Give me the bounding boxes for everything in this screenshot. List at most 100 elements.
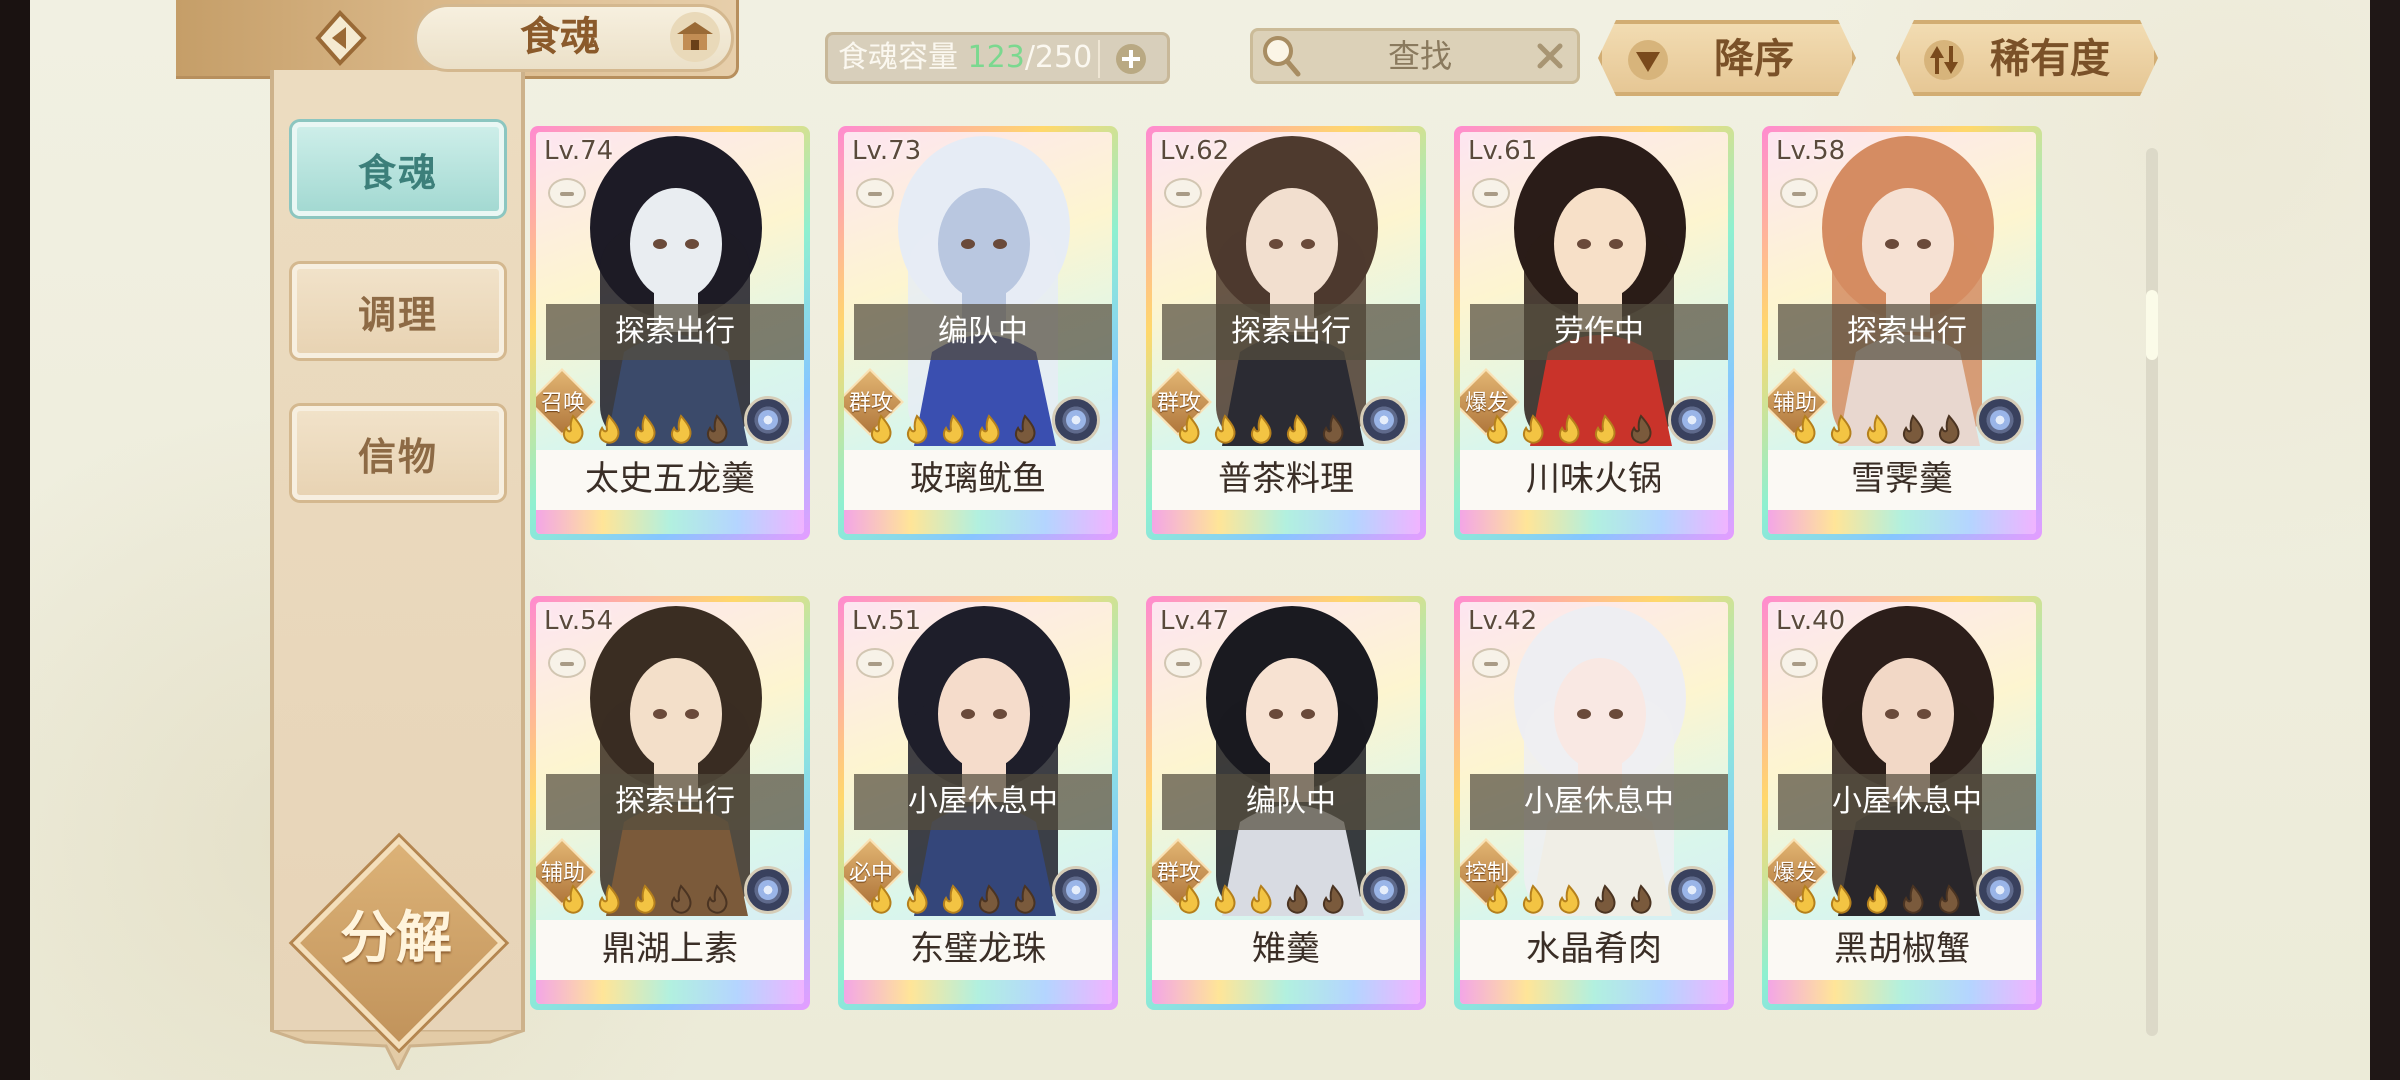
page-title: 食魂 [520, 14, 600, 59]
card-body: Lv.58 探索出行 辅助 雪霁羹 [1768, 132, 2036, 534]
star-empty-icon [1630, 414, 1652, 444]
food-soul-card[interactable]: Lv.54 探索出行 辅助 鼎湖上素 [530, 596, 810, 1010]
star-filled-icon [1486, 884, 1508, 914]
rarity-strip [536, 980, 804, 1004]
screen-edge-right [2370, 0, 2400, 1080]
tab-cooking[interactable]: 调理 [292, 264, 504, 358]
star-empty-icon [1014, 414, 1036, 444]
character-name: 太史五龙羹 [536, 450, 804, 510]
food-soul-card[interactable]: Lv.40 小屋休息中 爆发 黑胡椒蟹 [1762, 596, 2042, 1010]
rarity-strip [1152, 980, 1420, 1004]
star-filled-icon [562, 414, 584, 444]
level-label: Lv.61 [1468, 136, 1538, 166]
rarity-strip [844, 510, 1112, 534]
star-rating [864, 412, 1054, 446]
capacity-text: 食魂容量 123/250 [838, 36, 1092, 80]
status-label: 小屋休息中 [1778, 774, 2036, 830]
element-emblem-icon [1360, 396, 1408, 444]
card-body: Lv.74 探索出行 召唤 太史五龙羹 [536, 132, 804, 534]
card-body: Lv.42 小屋休息中 控制 水晶肴肉 [1460, 602, 1728, 1004]
rarity-strip [844, 980, 1112, 1004]
star-filled-icon [1250, 414, 1272, 444]
star-filled-icon [562, 884, 584, 914]
star-empty-icon [1594, 884, 1616, 914]
level-label: Lv.54 [544, 606, 614, 636]
status-label: 编队中 [854, 304, 1112, 360]
level-label: Lv.40 [1776, 606, 1846, 636]
sort-arrows-icon [1924, 40, 1964, 80]
plus-icon [1116, 44, 1146, 74]
expand-capacity-button[interactable] [1110, 40, 1152, 78]
rarity-strip [1768, 980, 2036, 1004]
pavilion-icon[interactable] [670, 12, 720, 62]
level-label: Lv.47 [1160, 606, 1230, 636]
element-emblem-icon [1360, 866, 1408, 914]
star-filled-icon [634, 884, 656, 914]
element-emblem-icon [744, 866, 792, 914]
lock-toggle-icon[interactable] [548, 648, 586, 678]
lock-toggle-icon[interactable] [856, 648, 894, 678]
screen-edge-left [0, 0, 30, 1080]
star-rating [1480, 412, 1670, 446]
lock-toggle-icon[interactable] [1164, 648, 1202, 678]
star-empty-icon [1938, 884, 1960, 914]
food-soul-card[interactable]: Lv.73 编队中 群攻 玻璃鱿鱼 [838, 126, 1118, 540]
food-soul-card[interactable]: Lv.51 小屋休息中 必中 东璧龙珠 [838, 596, 1118, 1010]
status-label: 探索出行 [1778, 304, 2036, 360]
lock-toggle-icon[interactable] [1472, 648, 1510, 678]
food-soul-card[interactable]: Lv.61 劳作中 爆发 川味火锅 [1454, 126, 1734, 540]
star-filled-icon [1866, 414, 1888, 444]
tab-token[interactable]: 信物 [292, 406, 504, 500]
game-screen: 食魂 食魂容量 123/250 查找 降序 稀有度 食魂 调理 信物 分解 Lv… [30, 0, 2370, 1080]
lock-toggle-icon[interactable] [1780, 648, 1818, 678]
status-label: 劳作中 [1470, 304, 1728, 360]
lock-toggle-icon[interactable] [1780, 178, 1818, 208]
star-empty-icon [670, 884, 692, 914]
search-label[interactable]: 查找 [1370, 32, 1470, 80]
star-empty-icon [1322, 884, 1344, 914]
scrollbar-track[interactable] [2146, 148, 2158, 1036]
capacity-current: 123 [967, 40, 1025, 75]
lock-toggle-icon[interactable] [1472, 178, 1510, 208]
star-filled-icon [670, 414, 692, 444]
food-soul-card[interactable]: Lv.47 编队中 群攻 雉羹 [1146, 596, 1426, 1010]
card-body: Lv.73 编队中 群攻 玻璃鱿鱼 [844, 132, 1112, 534]
decompose-label[interactable]: 分解 [322, 904, 470, 974]
food-soul-card[interactable]: Lv.62 探索出行 群攻 普茶料理 [1146, 126, 1426, 540]
level-label: Lv.73 [852, 136, 922, 166]
star-rating [864, 882, 1054, 916]
capacity-divider [1098, 40, 1100, 78]
element-emblem-icon [744, 396, 792, 444]
character-name: 鼎湖上素 [536, 920, 804, 980]
character-name: 玻璃鱿鱼 [844, 450, 1112, 510]
star-filled-icon [1558, 414, 1580, 444]
card-body: Lv.54 探索出行 辅助 鼎湖上素 [536, 602, 804, 1004]
lock-toggle-icon[interactable] [856, 178, 894, 208]
rarity-strip [1152, 510, 1420, 534]
element-emblem-icon [1052, 866, 1100, 914]
card-body: Lv.47 编队中 群攻 雉羹 [1152, 602, 1420, 1004]
star-filled-icon [906, 414, 928, 444]
star-filled-icon [1830, 884, 1852, 914]
close-icon[interactable] [1532, 38, 1568, 74]
scrollbar-thumb[interactable] [2146, 290, 2158, 360]
capacity-max: /250 [1024, 40, 1093, 75]
star-filled-icon [1866, 884, 1888, 914]
star-filled-icon [1558, 884, 1580, 914]
food-soul-card[interactable]: Lv.42 小屋休息中 控制 水晶肴肉 [1454, 596, 1734, 1010]
star-rating [1480, 882, 1670, 916]
lock-toggle-icon[interactable] [548, 178, 586, 208]
food-soul-card[interactable]: Lv.74 探索出行 召唤 太史五龙羹 [530, 126, 810, 540]
element-emblem-icon [1668, 396, 1716, 444]
sort-key-label: 稀有度 [1990, 36, 2110, 81]
star-rating [1172, 412, 1362, 446]
star-empty-icon [1902, 414, 1924, 444]
tab-food-soul[interactable]: 食魂 [292, 122, 504, 216]
star-filled-icon [942, 414, 964, 444]
star-empty-icon [1938, 414, 1960, 444]
lock-toggle-icon[interactable] [1164, 178, 1202, 208]
back-button[interactable] [300, 6, 390, 70]
status-label: 探索出行 [546, 774, 804, 830]
food-soul-card[interactable]: Lv.58 探索出行 辅助 雪霁羹 [1762, 126, 2042, 540]
element-emblem-icon [1976, 396, 2024, 444]
